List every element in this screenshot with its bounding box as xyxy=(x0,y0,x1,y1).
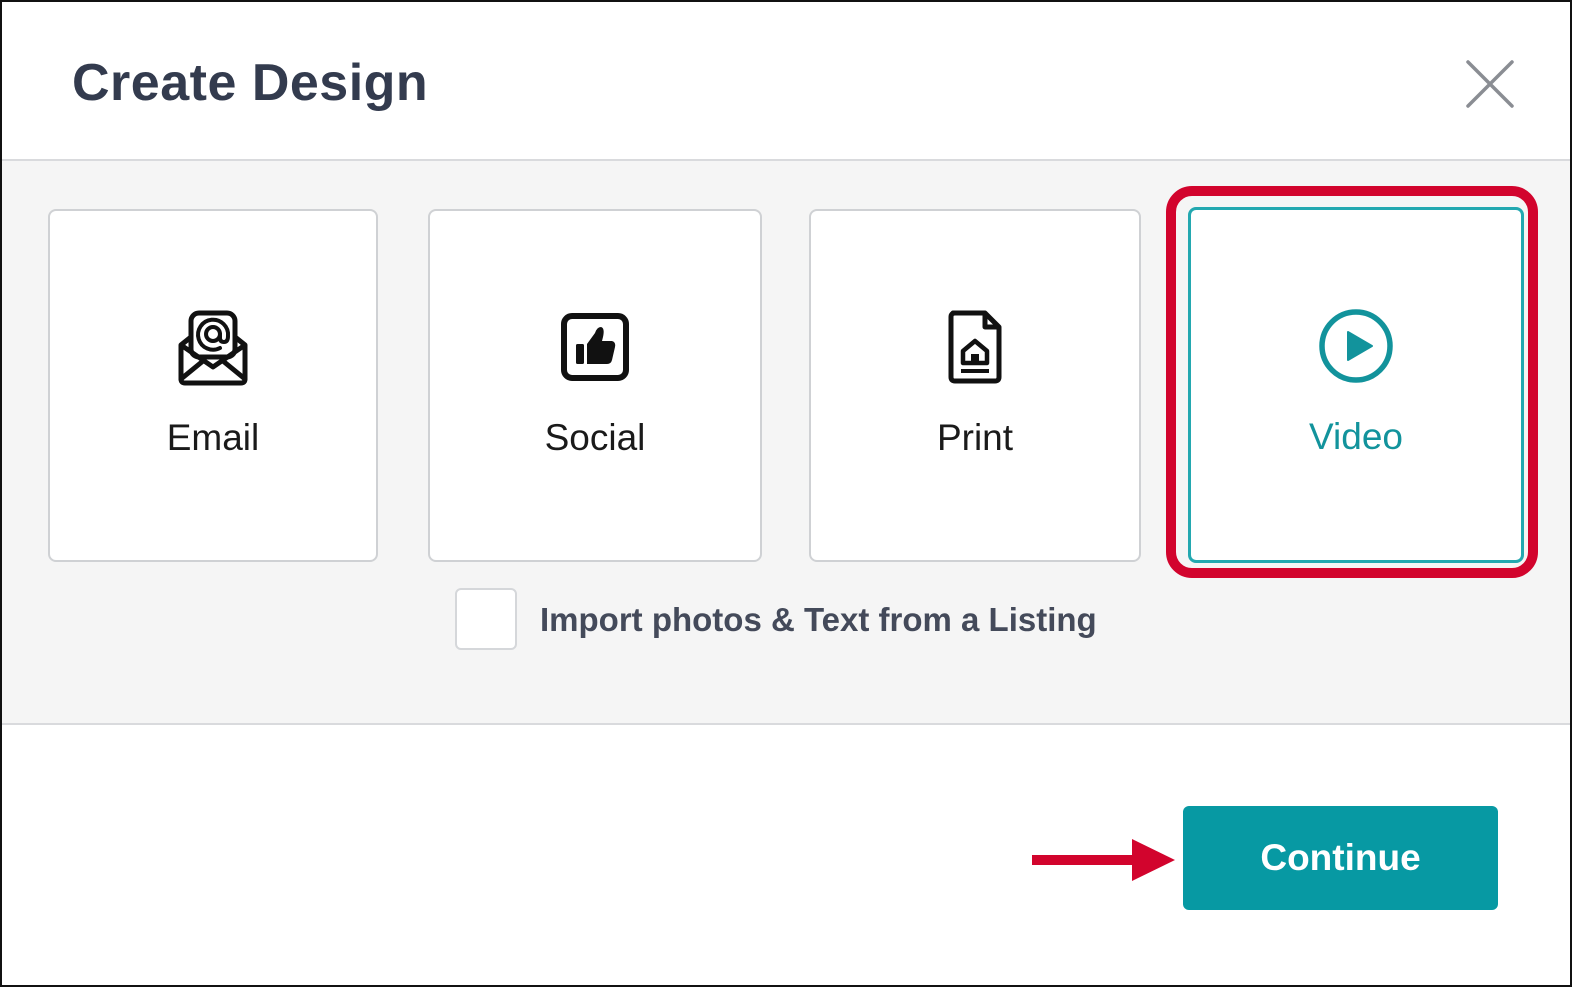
option-label-print: Print xyxy=(936,417,1014,458)
continue-button[interactable]: Continue xyxy=(1183,806,1498,910)
play-circle-icon xyxy=(1316,306,1396,386)
option-label-video: Video xyxy=(1309,416,1403,457)
arrow-right-icon xyxy=(1032,837,1177,883)
print-document-icon xyxy=(935,307,1015,387)
create-design-dialog: Create Design Email Social Print Video I… xyxy=(0,0,1572,987)
design-type-panel: Email Social Print Video Import photos &… xyxy=(2,161,1570,725)
option-label-social: Social xyxy=(544,417,646,458)
dialog-footer: Continue xyxy=(2,725,1570,985)
dialog-header: Create Design xyxy=(2,2,1570,161)
option-card-print[interactable]: Print xyxy=(809,209,1141,562)
option-card-video[interactable]: Video xyxy=(1188,207,1524,563)
import-listing-checkbox[interactable] xyxy=(455,588,517,650)
option-label-email: Email xyxy=(166,417,260,458)
dialog-title: Create Design xyxy=(72,54,429,112)
option-card-email[interactable]: Email xyxy=(48,209,378,562)
close-icon[interactable] xyxy=(1464,58,1516,110)
import-listing-label: Import photos & Text from a Listing xyxy=(540,601,1097,638)
thumbs-up-icon xyxy=(555,307,635,387)
email-icon xyxy=(173,307,253,387)
option-card-social[interactable]: Social xyxy=(428,209,762,562)
